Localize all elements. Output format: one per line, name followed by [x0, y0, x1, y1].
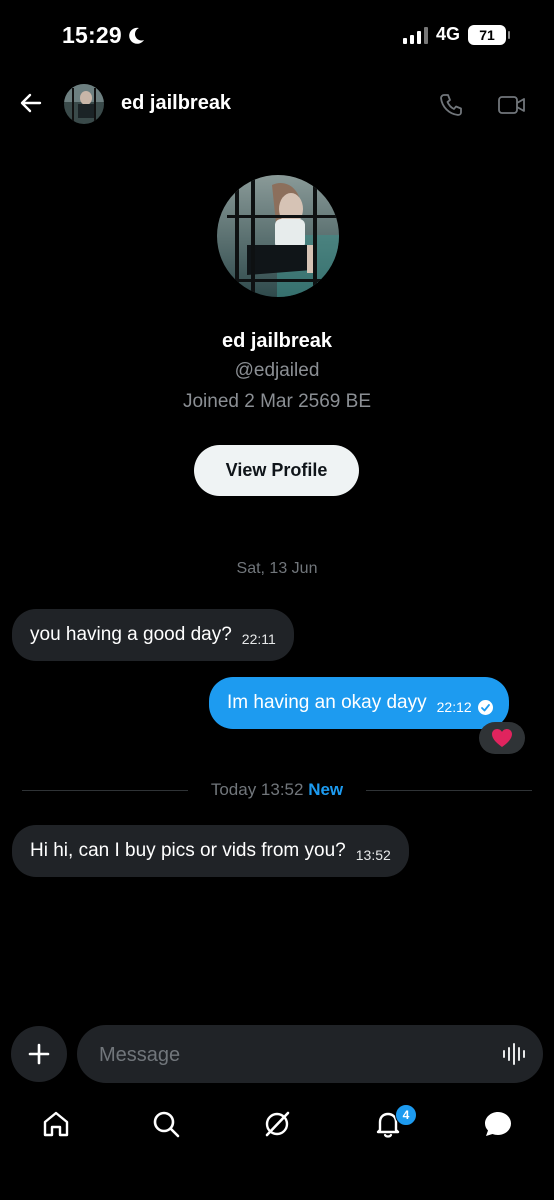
message-input[interactable] [97, 1025, 481, 1085]
message-text: Hi hi, can I buy pics or vids from you? [30, 840, 346, 861]
new-label: New [308, 780, 344, 799]
heart-icon [492, 729, 512, 747]
message-bubble-outgoing[interactable]: Im having an okay dayy 22:12 [209, 677, 509, 729]
message-bubble-incoming[interactable]: you having a good day? 22:11 [12, 609, 294, 661]
heart-reaction[interactable] [479, 722, 525, 754]
message-composer [77, 1025, 543, 1085]
grok-icon[interactable] [261, 1108, 293, 1140]
profile-joined-date: Joined 2 Mar 2569 BE [182, 391, 371, 412]
moon-icon [129, 27, 144, 44]
battery-icon: 71 [468, 24, 510, 45]
video-call-icon[interactable] [497, 92, 527, 118]
signal-icon [402, 26, 428, 44]
notifications-badge: 4 [395, 1104, 417, 1126]
message-time: 13:52 [355, 847, 391, 863]
header-avatar[interactable] [64, 84, 104, 124]
battery-level: 71 [479, 26, 495, 43]
message-time: 22:11 [241, 631, 276, 647]
message-time: 22:12 [436, 699, 472, 715]
profile-handle: @edjailed [234, 360, 320, 381]
today-separator: Today 13:52 New [0, 780, 554, 800]
status-time-text: 15:29 [62, 22, 122, 48]
message-time-status: 22:12 [437, 699, 493, 715]
phone-icon[interactable] [438, 92, 464, 118]
search-icon[interactable] [150, 1108, 182, 1140]
back-arrow-icon[interactable] [18, 90, 44, 116]
message-text: you having a good day? [30, 624, 232, 645]
messages-icon[interactable] [482, 1108, 514, 1140]
message-text: Im having an okay dayy [227, 692, 427, 713]
view-profile-button[interactable]: View Profile [194, 445, 359, 496]
network-type: 4G [435, 24, 460, 44]
home-icon[interactable] [40, 1108, 72, 1140]
message-bubble-incoming[interactable]: Hi hi, can I buy pics or vids from you? … [12, 825, 409, 877]
status-time: 15:29 [62, 22, 146, 49]
today-label: Today 13:52 [210, 780, 304, 799]
plus-icon [28, 1043, 50, 1065]
add-media-button[interactable] [11, 1026, 67, 1082]
voice-message-icon[interactable] [501, 1041, 527, 1067]
status-indicators: 4G 71 [402, 24, 510, 45]
date-separator: Sat, 13 Jun [236, 560, 318, 577]
header-name[interactable]: ed jailbreak [121, 92, 231, 115]
read-check-icon [477, 699, 493, 715]
profile-name: ed jailbreak [221, 330, 333, 352]
profile-avatar[interactable] [217, 175, 339, 297]
